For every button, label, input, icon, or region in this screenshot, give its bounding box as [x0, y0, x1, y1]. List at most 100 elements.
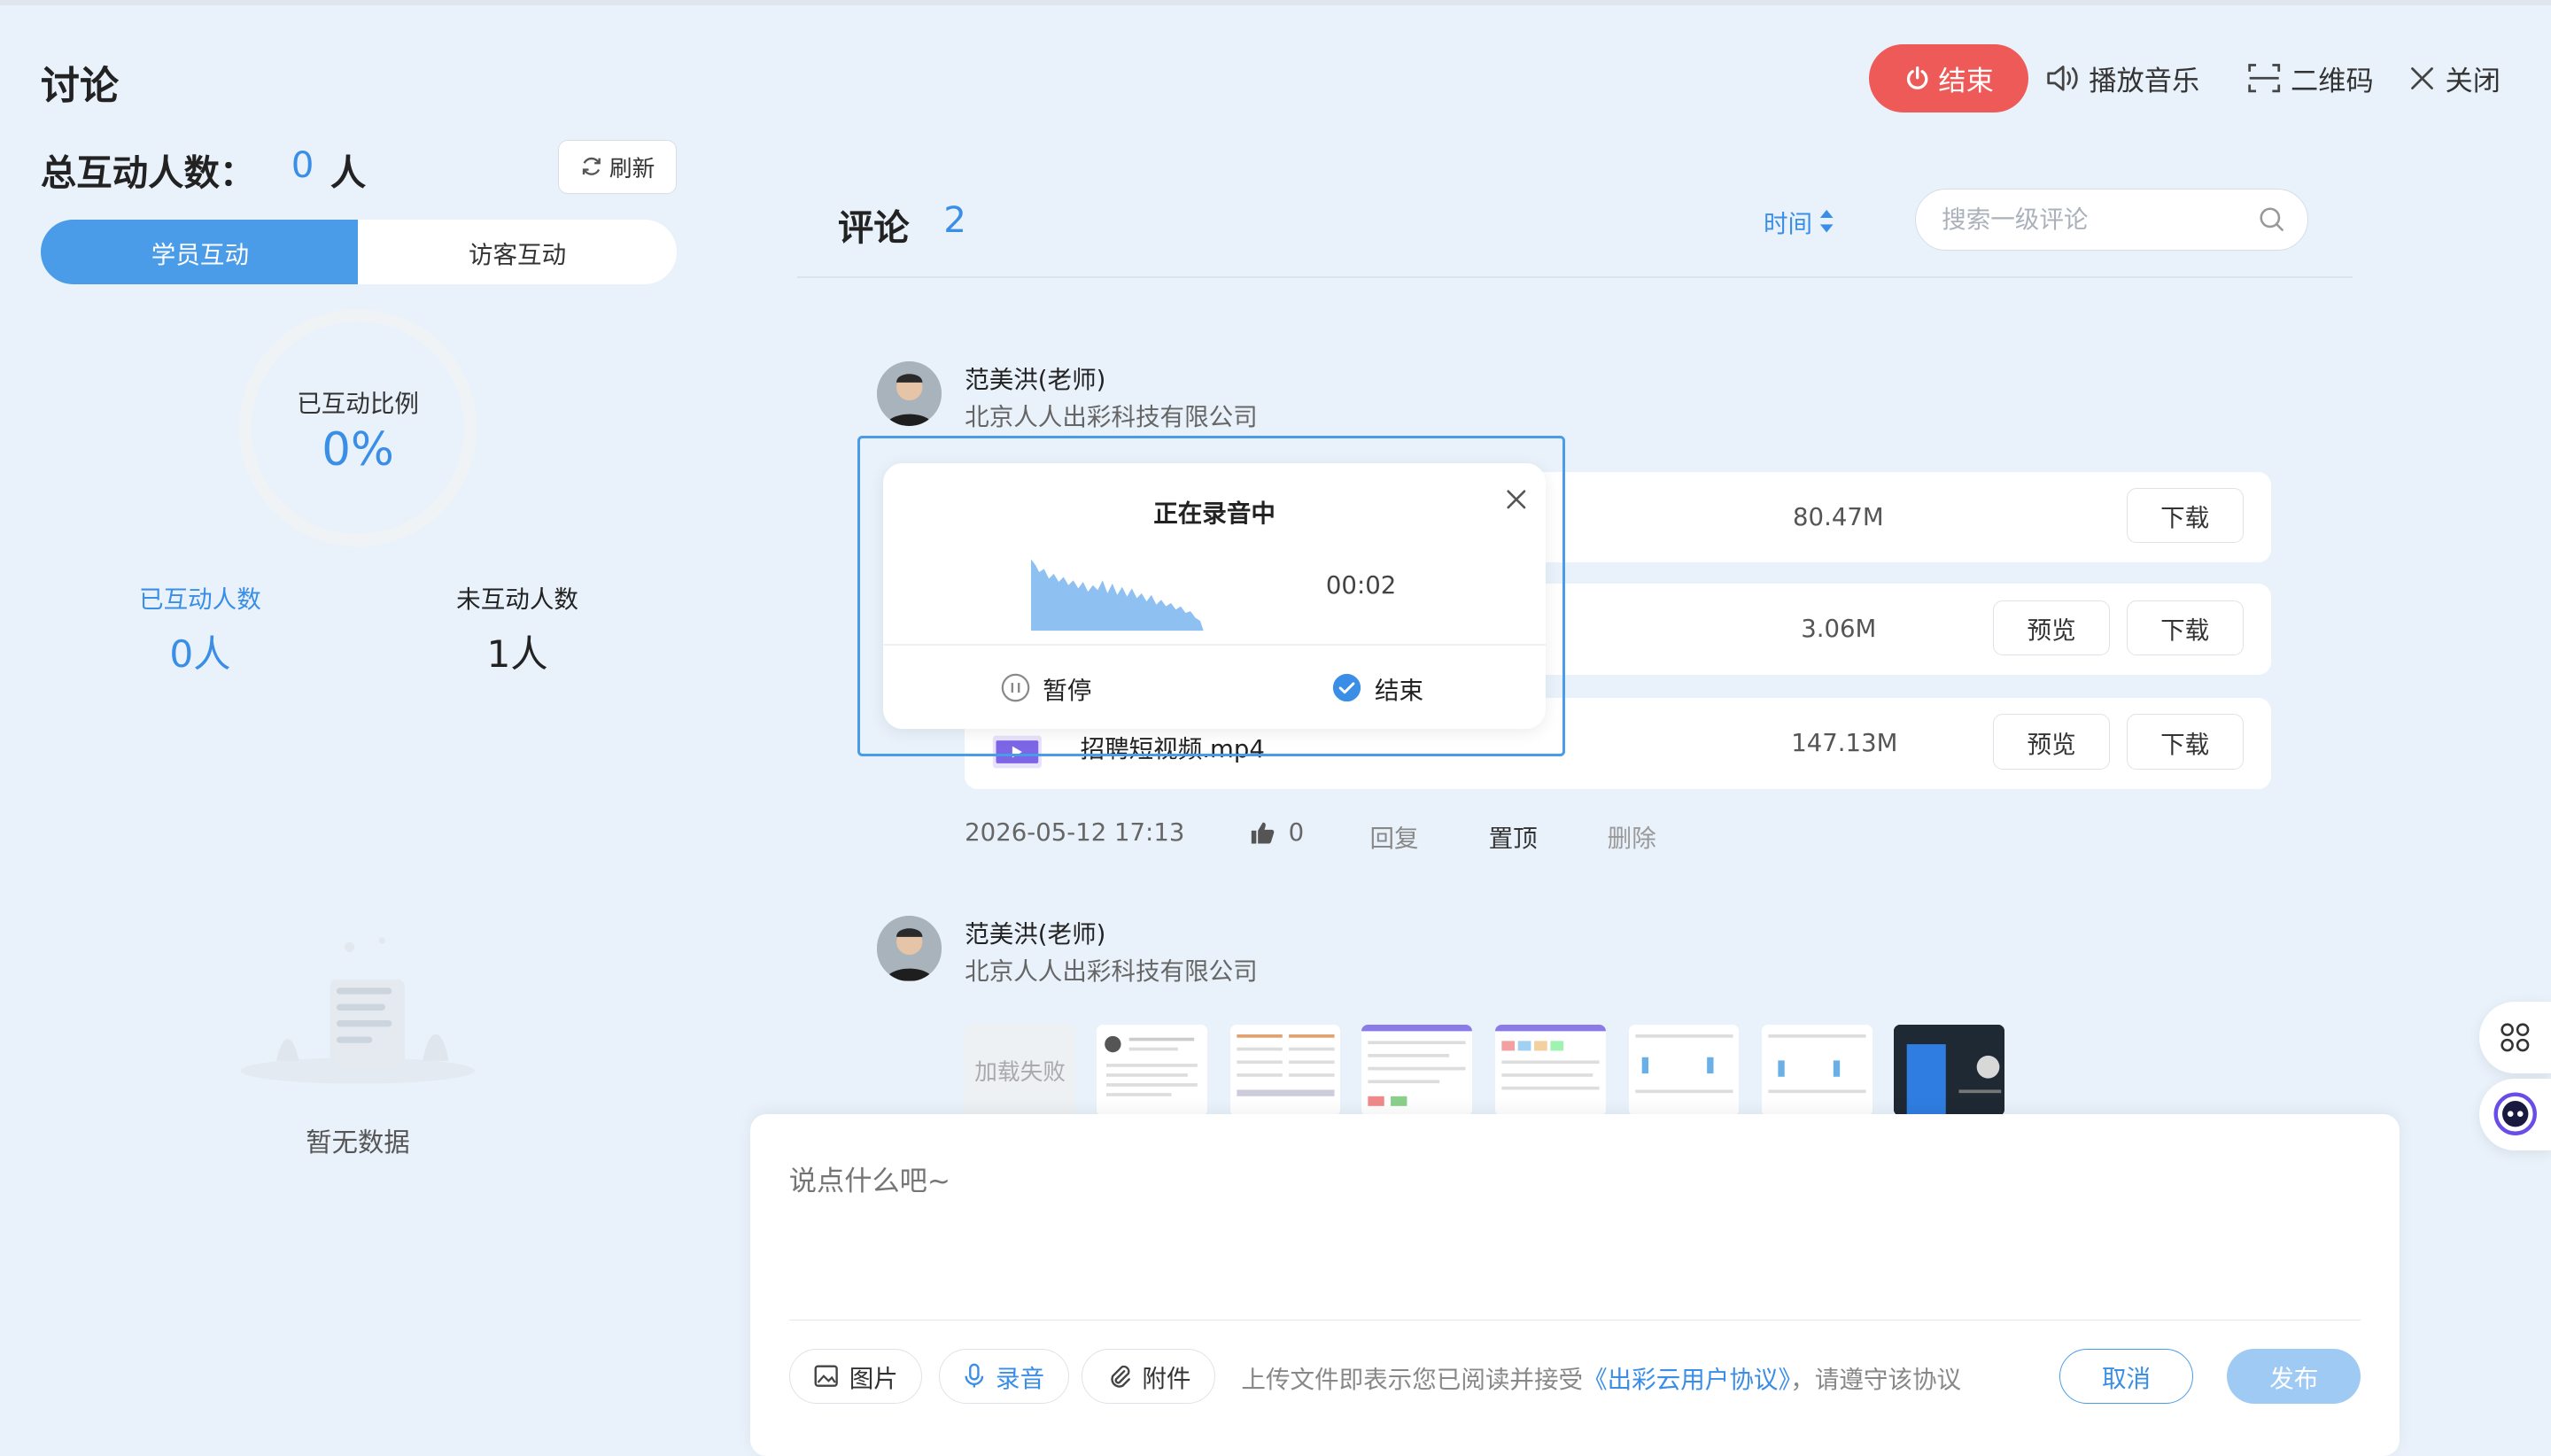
like-button[interactable]: 0	[1250, 817, 1305, 847]
apps-icon	[2501, 1023, 2530, 1052]
qr-code-button[interactable]: 二维码	[2246, 58, 2374, 98]
image-thumbnail-failed[interactable]: 加载失败	[965, 1025, 1076, 1116]
document-preview-icon	[1361, 1025, 1473, 1116]
comment-author: 范美洪(老师)	[965, 365, 1106, 394]
pause-icon	[1001, 673, 1029, 702]
comment-search-input[interactable]	[1938, 204, 2260, 236]
image-thumbnail[interactable]	[1229, 1025, 1341, 1116]
paperclip-icon	[1111, 1366, 1130, 1388]
not-interacted-count-label: 未互动人数	[456, 585, 578, 614]
total-interaction-value: 0	[291, 143, 314, 186]
document-preview-icon	[1096, 1025, 1207, 1116]
image-thumbnail[interactable]	[1762, 1025, 1873, 1116]
document-preview-icon	[1628, 1025, 1740, 1116]
record-audio-label: 录音	[996, 1364, 1045, 1393]
attach-file-button[interactable]: 附件	[1082, 1348, 1215, 1405]
comment-company: 北京人人出彩科技有限公司	[965, 957, 1258, 987]
image-thumbnail[interactable]	[1096, 1025, 1207, 1116]
apps-float-button[interactable]	[2479, 1002, 2551, 1074]
close-icon	[2411, 67, 2434, 89]
pin-button[interactable]: 置顶	[1489, 818, 1538, 854]
upload-agreement-notice: 上传文件即表示您已阅读并接受《出彩云用户协议》，请遵守该协议	[1241, 1359, 1961, 1395]
comment-textarea[interactable]	[788, 1158, 2352, 1305]
recording-divider	[883, 644, 1546, 647]
close-icon[interactable]	[1505, 488, 1528, 511]
tab-student-interaction[interactable]: 学员互动	[40, 219, 360, 285]
download-button[interactable]: 下载	[2126, 714, 2244, 770]
top-border	[0, 0, 2551, 5]
empty-state-text: 暂无数据	[306, 1127, 410, 1158]
agreement-suffix: ，请遵守该协议	[1790, 1366, 1962, 1395]
file-size: 147.13M	[1791, 728, 1898, 757]
end-recording-label: 结束	[1374, 676, 1424, 705]
document-preview-icon	[1494, 1025, 1606, 1116]
scan-icon	[2248, 64, 2281, 93]
pause-recording-label: 暂停	[1043, 676, 1092, 705]
attach-file-label: 附件	[1142, 1364, 1191, 1393]
image-thumbnail[interactable]	[1893, 1025, 2004, 1116]
cancel-button[interactable]: 取消	[2059, 1348, 2193, 1405]
record-audio-button[interactable]: 录音	[938, 1348, 1069, 1405]
comments-divider	[796, 276, 2353, 279]
microphone-icon	[965, 1363, 984, 1388]
insert-image-label: 图片	[849, 1364, 898, 1393]
interaction-ratio-label: 已互动比例	[297, 390, 419, 419]
end-recording-button[interactable]: 结束	[1332, 670, 1423, 706]
recording-elapsed-time: 00:02	[1325, 570, 1397, 600]
image-thumbnail[interactable]	[1628, 1025, 1740, 1116]
close-label: 关闭	[2445, 66, 2501, 98]
interaction-ratio-value: 0%	[322, 422, 394, 476]
avatar[interactable]	[876, 916, 942, 981]
check-circle-icon	[1333, 674, 1361, 702]
search-icon[interactable]	[2259, 206, 2284, 232]
end-session-button[interactable]: 结束	[1869, 43, 2029, 112]
refresh-button[interactable]: 刷新	[557, 139, 678, 194]
assistant-bot-icon	[2493, 1092, 2537, 1136]
play-music-label: 播放音乐	[2089, 66, 2200, 98]
download-button[interactable]: 下载	[2126, 600, 2244, 656]
publish-button[interactable]: 发布	[2227, 1348, 2361, 1405]
preview-button[interactable]: 预览	[1992, 600, 2111, 656]
delete-button[interactable]: 删除	[1608, 818, 1656, 854]
comment-search-box[interactable]	[1914, 189, 2309, 251]
total-interaction-unit: 人	[330, 151, 367, 194]
end-session-label: 结束	[1938, 65, 1994, 97]
empty-state-illustration	[240, 936, 476, 1084]
sort-icon	[1820, 209, 1834, 233]
preview-button[interactable]: 预览	[1992, 714, 2111, 770]
agreement-prefix: 上传文件即表示您已阅读并接受	[1241, 1366, 1584, 1395]
reply-button[interactable]: 回复	[1370, 818, 1419, 854]
person-avatar-icon	[876, 360, 942, 427]
thumbs-up-icon	[1251, 822, 1274, 844]
assistant-float-button[interactable]	[2479, 1078, 2551, 1150]
comment-company: 北京人人出彩科技有限公司	[965, 403, 1258, 432]
page-title: 讨论	[40, 63, 120, 109]
comments-count: 2	[943, 198, 966, 242]
comment-timestamp: 2026-05-12 17:13	[965, 817, 1185, 847]
sort-by-time-label: 时间	[1763, 209, 1813, 238]
qr-code-label: 二维码	[2291, 66, 2374, 98]
recording-title: 正在录音中	[1153, 499, 1276, 528]
user-agreement-link[interactable]: 《出彩云用户协议》	[1583, 1366, 1790, 1394]
like-count: 0	[1288, 817, 1305, 847]
interacted-count-label: 已互动人数	[139, 585, 261, 614]
comments-title: 评论	[837, 206, 910, 250]
document-preview-icon	[1762, 1025, 1873, 1116]
play-music-button[interactable]: 播放音乐	[2045, 58, 2199, 98]
image-thumbnail[interactable]	[1494, 1025, 1606, 1116]
compose-divider	[788, 1319, 2361, 1321]
comment-author: 范美洪(老师)	[965, 920, 1106, 949]
avatar[interactable]	[876, 360, 942, 427]
close-button[interactable]: 关闭	[2408, 58, 2501, 98]
image-icon	[814, 1365, 839, 1388]
sort-by-time-button[interactable]: 时间	[1764, 204, 1835, 239]
document-preview-icon	[1229, 1025, 1341, 1116]
tab-visitor-interaction[interactable]: 访客互动	[358, 219, 678, 285]
screen-preview-icon	[1893, 1025, 2004, 1116]
not-interacted-count-value: 1人	[486, 632, 548, 677]
pause-recording-button[interactable]: 暂停	[1001, 670, 1092, 706]
image-thumbnail[interactable]	[1361, 1025, 1473, 1116]
power-icon	[1906, 66, 1928, 90]
insert-image-button[interactable]: 图片	[788, 1348, 923, 1405]
download-button[interactable]: 下载	[2126, 488, 2244, 544]
